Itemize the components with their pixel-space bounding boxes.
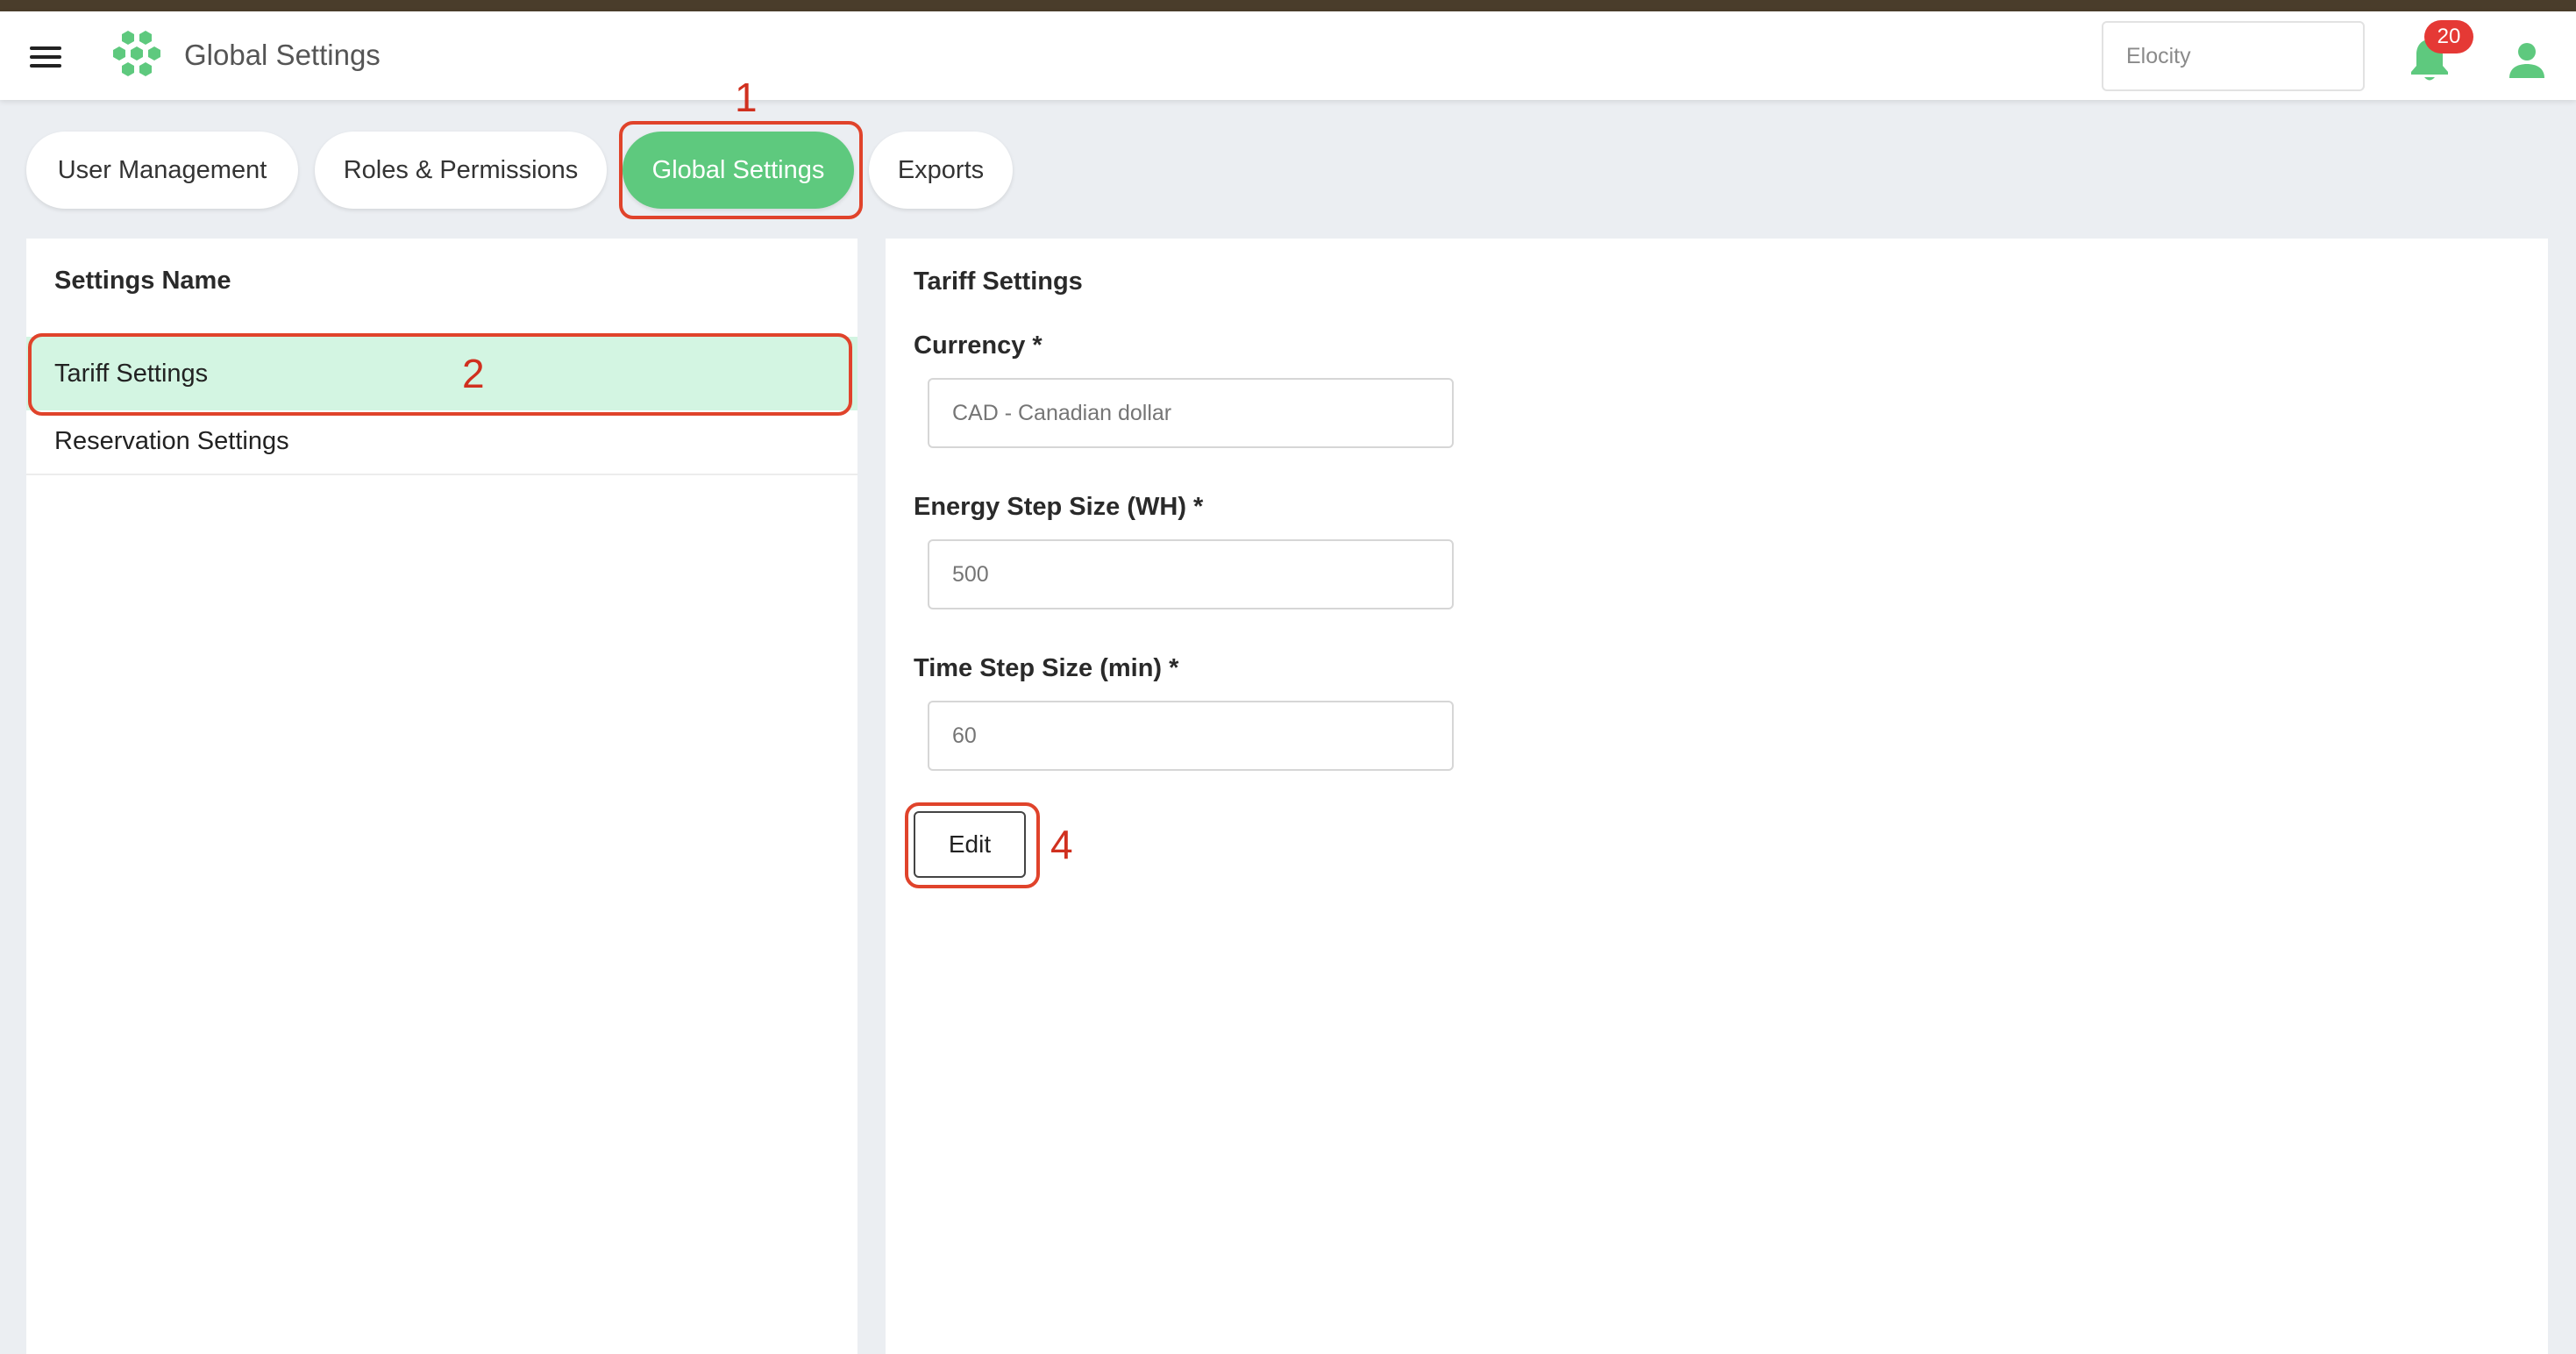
energy-step-size-label: Energy Step Size (WH) * <box>914 493 1204 521</box>
currency-label: Currency * <box>914 331 1042 360</box>
annotation-number-2: 2 <box>462 351 485 396</box>
tab-exports[interactable]: Exports <box>869 132 1013 209</box>
annotation-box-1 <box>619 121 863 219</box>
organization-select[interactable]: Elocity <box>2102 21 2365 91</box>
currency-input[interactable] <box>928 378 1454 448</box>
annotation-number-1: 1 <box>735 75 758 120</box>
tab-roles-permissions[interactable]: Roles & Permissions <box>315 132 607 209</box>
top-strip <box>0 0 2576 11</box>
list-item-reservation-settings[interactable]: Reservation Settings <box>26 410 857 472</box>
logo-icon <box>113 31 160 76</box>
app-bar: Global Settings Elocity 20 <box>0 11 2576 100</box>
notification-badge: 20 <box>2424 20 2473 53</box>
user-icon[interactable] <box>2504 38 2550 83</box>
hamburger-menu-icon[interactable] <box>26 41 68 73</box>
tab-user-management[interactable]: User Management <box>26 132 298 209</box>
time-step-size-label: Time Step Size (min) * <box>914 654 1179 682</box>
annotation-number-4: 4 <box>1050 822 1073 867</box>
annotation-box-2 <box>28 333 852 416</box>
annotation-box-4 <box>905 802 1040 888</box>
energy-step-size-input[interactable] <box>928 539 1454 609</box>
tariff-settings-title: Tariff Settings <box>914 267 1083 296</box>
settings-list-title: Settings Name <box>54 267 231 295</box>
list-divider <box>26 474 857 475</box>
page-title: Global Settings <box>184 39 381 71</box>
time-step-size-input[interactable] <box>928 701 1454 771</box>
